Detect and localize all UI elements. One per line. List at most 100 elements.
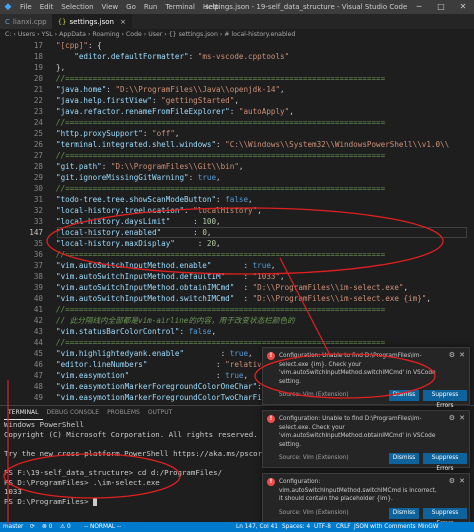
code-line[interactable]: 20 //====================================… (0, 73, 474, 84)
code-line[interactable]: 43 "vim.statusBarColorControl": false, (0, 326, 474, 337)
menu-view[interactable]: View (98, 3, 123, 11)
tab-settings-json[interactable]: {} settings.json × (52, 14, 132, 29)
tab-problems[interactable]: PROBLEMS (103, 406, 144, 420)
code-token: , (257, 206, 262, 215)
code-line[interactable]: 39 "vim.autoSwitchInputMethod.obtainIMCmd… (0, 282, 474, 293)
close-icon[interactable]: ✕ (459, 477, 465, 486)
terminal-line: Windows PowerShell (4, 420, 85, 429)
terminal-line: Copyright (C) Microsoft Corporation. All… (4, 429, 258, 439)
code-text: "editor.defaultFormatter": "ms-vscode.cp… (56, 51, 289, 62)
code-line[interactable]: 23 "java.refactor.renameFromFileExplorer"… (0, 106, 474, 117)
maximize-button[interactable]: □ (430, 0, 452, 14)
code-line[interactable]: 41 //====================================… (0, 304, 474, 315)
code-token: "off" (152, 129, 175, 138)
line-number: 17 (33, 41, 43, 50)
code-text: //======================================… (56, 150, 385, 161)
code-line[interactable]: 28 "git.path": "D:\\ProgramFiles\\Git\\bi… (0, 161, 474, 172)
close-icon[interactable]: ✕ (459, 351, 465, 360)
menu-run[interactable]: Run (140, 3, 161, 11)
line-number: 45 (33, 349, 43, 358)
menu-file[interactable]: File (16, 3, 36, 11)
code-text: "[cpp]": { (56, 40, 102, 51)
terminal-output[interactable]: Windows PowerShell Copyright (C) Microsof… (4, 420, 271, 506)
code-line[interactable]: 42 // 此分隔线内全部都是vim-airline的内容，用于改变状态栏颜色的 (0, 315, 474, 326)
code-token: "vim.autoSwitchInputMethod.switchIMCmd" (56, 294, 235, 303)
menu-selection[interactable]: Selection (57, 3, 97, 11)
code-line[interactable]: 38 "vim.autoSwitchInputMethod.defaultIM" … (0, 271, 474, 282)
gear-icon[interactable]: ⚙ (449, 477, 455, 486)
encoding[interactable]: UTF-8 (314, 522, 331, 532)
code-line[interactable]: 40 "vim.autoSwitchInputMethod.switchIMCmd… (0, 293, 474, 304)
close-icon[interactable]: ✕ (459, 414, 465, 423)
code-line[interactable]: 35 "local-history.maxDisplay" : 20, (0, 238, 474, 249)
code-line[interactable]: 18 "editor.defaultFormatter": "ms-vscode… (0, 51, 474, 62)
branch-indicator[interactable]: master (3, 522, 23, 532)
code-line[interactable]: 22 "java.help.firstView": "gettingStarted… (0, 95, 474, 106)
error-icon: ! (267, 352, 275, 360)
code-line[interactable]: 32 "local-history.treeLocation": "localHi… (0, 205, 474, 216)
code-token: "editor.lineNumbers" (56, 360, 148, 369)
menu-bar: File Edit Selection View Go Run Terminal… (16, 3, 223, 11)
code-line[interactable]: 24 //====================================… (0, 117, 474, 128)
code-token: : (184, 349, 230, 358)
tab-output[interactable]: OUTPUT (144, 406, 176, 420)
code-line[interactable]: 29 "git.ignoreMissingGitWarning": true, (0, 172, 474, 183)
code-text: "git.ignoreMissingGitWarning": true, (56, 172, 221, 183)
code-token: : (234, 294, 253, 303)
tab-terminal[interactable]: TERMINAL (4, 406, 43, 420)
errors-count[interactable]: ⊗ 0 (42, 522, 52, 532)
code-line[interactable]: 26 "terminal.integrated.shell.windows": "… (0, 139, 474, 150)
compiler[interactable]: MinGW (418, 522, 439, 532)
line-number: 41 (33, 305, 43, 314)
code-token: false (225, 195, 249, 204)
code-token: "java.refactor.renameFromFileExplorer" (56, 107, 230, 116)
sync-icon[interactable]: ⟳ (30, 522, 35, 532)
line-number: 27 (33, 151, 43, 160)
code-token: "vim.easymotion" (56, 371, 130, 380)
code-line[interactable]: 25 "http.proxySupport": "off", (0, 128, 474, 139)
close-window-button[interactable]: ✕ (452, 0, 474, 14)
code-text: //======================================… (56, 249, 385, 260)
warnings-count[interactable]: ⚠ 0 (60, 522, 71, 532)
code-text: "editor.lineNumbers" : "relative", (56, 359, 275, 370)
code-line[interactable]: 36 //====================================… (0, 249, 474, 260)
tab-lianxi-cpp[interactable]: C lianxi.cpp (0, 14, 53, 29)
menu-go[interactable]: Go (122, 3, 140, 11)
code-line[interactable]: 37 "vim.autoSwitchInputMethod.enable" : t… (0, 260, 474, 271)
line-endings[interactable]: CRLF (336, 522, 351, 532)
line-number: 28 (33, 162, 43, 171)
suppress-errors-button[interactable]: Suppress Errors (423, 390, 467, 409)
code-token: , (248, 349, 253, 358)
cursor-position[interactable]: Ln 147, Col 41 (236, 522, 278, 532)
dismiss-button[interactable]: Dismiss (389, 453, 419, 464)
suppress-errors-button[interactable]: Suppress Errors (423, 507, 467, 527)
line-number: 33 (33, 217, 43, 226)
dismiss-button[interactable]: Dismiss (389, 507, 419, 519)
menu-terminal[interactable]: Terminal (161, 3, 199, 11)
terminal-line: Try the new cross-platform PowerShell ht… (4, 448, 271, 458)
line-number: 40 (33, 294, 43, 303)
code-line[interactable]: 27 //====================================… (0, 150, 474, 161)
suppress-errors-button[interactable]: Suppress Errors (423, 453, 467, 472)
code-line[interactable]: 31 "todo-tree.tree.showScanModeButton": f… (0, 194, 474, 205)
minimize-button[interactable]: ─ (408, 0, 430, 14)
code-line[interactable]: 33 "local-history.daysLimit" : 100, (0, 216, 474, 227)
line-number: 42 (33, 316, 43, 325)
dismiss-button[interactable]: Dismiss (389, 390, 419, 401)
code-line[interactable]: 21 "java.home": "D:\\ProgramFiles\\Java\\… (0, 84, 474, 95)
indentation[interactable]: Spaces: 4 (282, 522, 310, 532)
menu-edit[interactable]: Edit (36, 3, 58, 11)
code-line[interactable]: 30 //====================================… (0, 183, 474, 194)
line-number: 38 (33, 272, 43, 281)
gear-icon[interactable]: ⚙ (449, 414, 455, 423)
language-mode[interactable]: JSON with Comments (354, 522, 416, 532)
code-token: "local-history.enabled" (56, 228, 162, 237)
code-line[interactable]: 19}, (0, 62, 474, 73)
line-number: 39 (33, 283, 43, 292)
close-tab-icon[interactable]: × (120, 18, 126, 26)
gear-icon[interactable]: ⚙ (449, 351, 455, 360)
tab-debug-console[interactable]: DEBUG CONSOLE (43, 406, 104, 420)
breadcrumb[interactable]: C: › Users › YSL › AppData › Roaming › C… (0, 29, 474, 40)
code-line[interactable]: 17 "[cpp]": { (0, 40, 474, 51)
code-line[interactable]: 147 "local-history.enabled" : 0, (0, 227, 474, 238)
